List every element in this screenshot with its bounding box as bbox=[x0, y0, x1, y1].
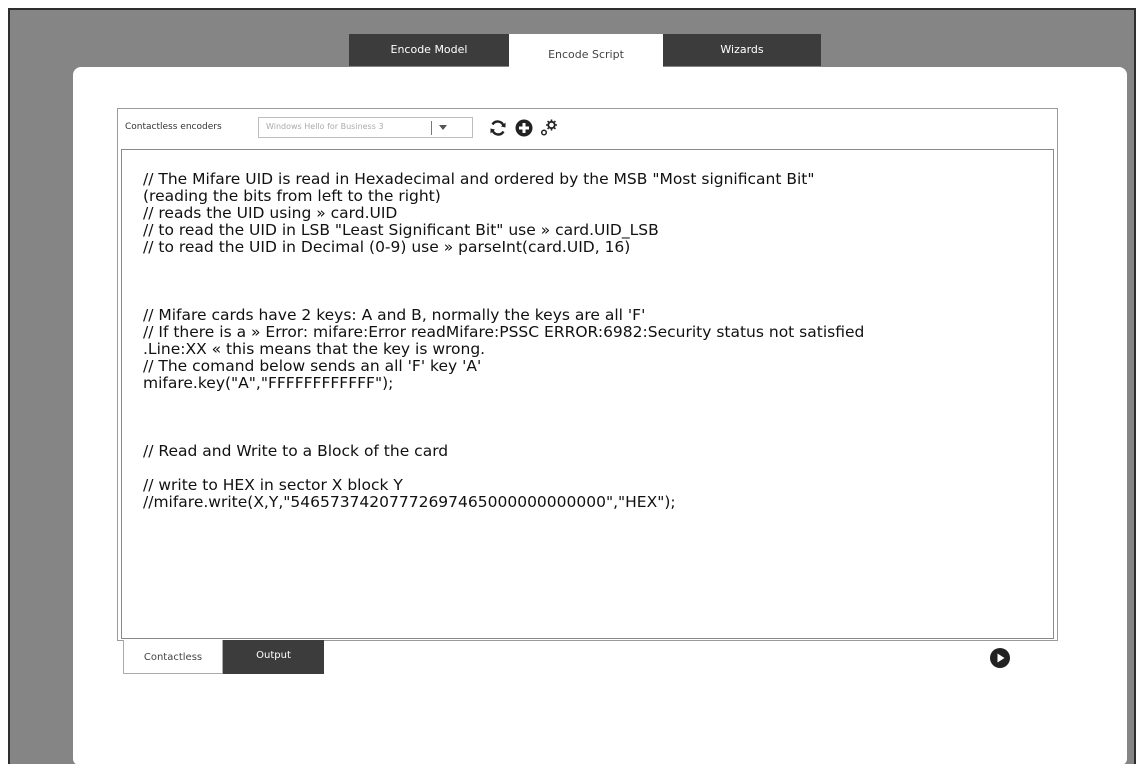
encoder-select[interactable]: Windows Hello for Business 3 bbox=[258, 117, 473, 138]
encoder-select-value: Windows Hello for Business 3 bbox=[266, 122, 384, 131]
script-text: // The Mifare UID is read in Hexadecimal… bbox=[143, 170, 865, 511]
main-panel: Contactless encoders Windows Hello for B… bbox=[73, 67, 1127, 765]
select-divider bbox=[431, 121, 432, 135]
chevron-down-icon[interactable] bbox=[435, 120, 451, 135]
app-window: Encode Model Encode Script Wizards Conta… bbox=[8, 8, 1136, 765]
add-icon[interactable] bbox=[513, 117, 535, 139]
top-tab-bar: Encode Model Encode Script Wizards bbox=[349, 34, 821, 70]
bottom-tab-bar: Contactless Output bbox=[123, 640, 324, 674]
tab-wizards[interactable]: Wizards bbox=[663, 34, 821, 66]
refresh-icon[interactable] bbox=[487, 117, 509, 139]
tab-contactless[interactable]: Contactless bbox=[123, 640, 223, 674]
play-icon[interactable] bbox=[989, 647, 1011, 669]
script-editor[interactable]: // The Mifare UID is read in Hexadecimal… bbox=[121, 149, 1054, 639]
tab-output[interactable]: Output bbox=[223, 640, 324, 674]
tab-encode-script[interactable]: Encode Script bbox=[509, 34, 663, 70]
tab-encode-model[interactable]: Encode Model bbox=[349, 34, 509, 66]
encoder-toolbar: Contactless encoders Windows Hello for B… bbox=[118, 109, 1057, 149]
settings-icon[interactable] bbox=[538, 117, 560, 139]
encoders-label: Contactless encoders bbox=[125, 122, 222, 132]
script-editor-frame: Contactless encoders Windows Hello for B… bbox=[117, 108, 1058, 641]
